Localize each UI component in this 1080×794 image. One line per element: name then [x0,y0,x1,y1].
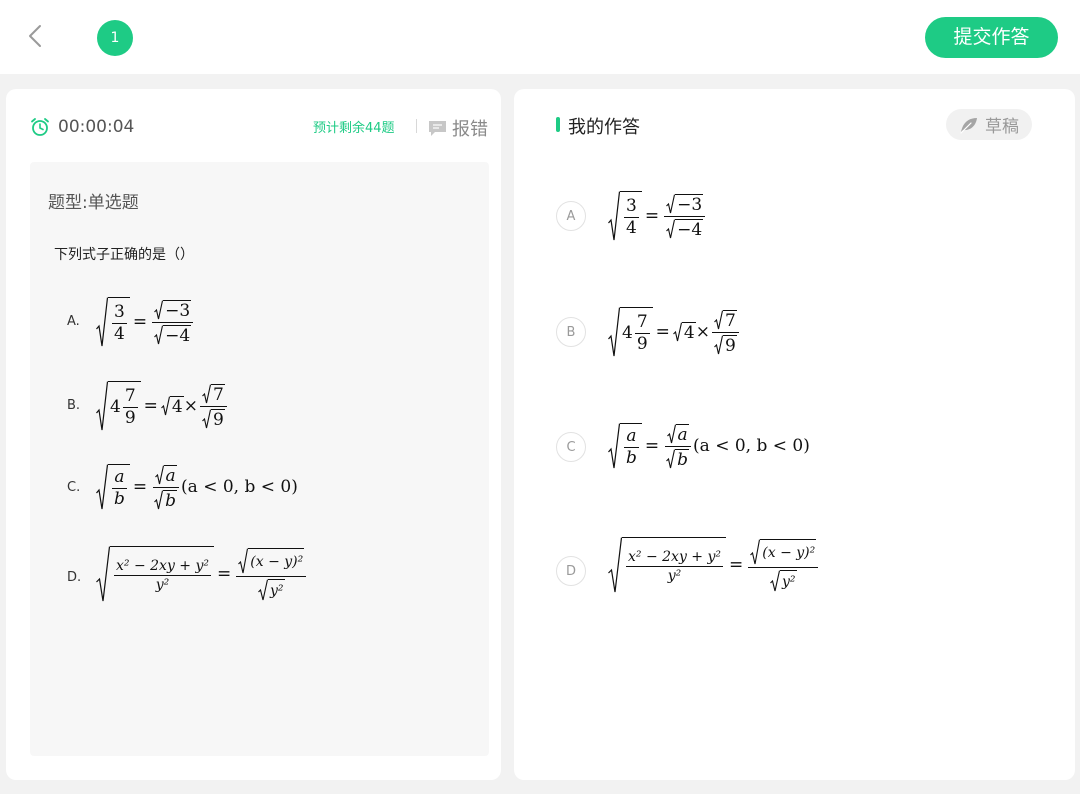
question-stem: 下列式子正确的是（） [54,247,194,263]
choice-b-button[interactable]: B [556,317,586,347]
alarm-clock-icon [31,118,49,136]
timer-value: 00:00:04 [58,117,135,137]
option-a-letter: A. [67,314,80,329]
submit-answer-button[interactable]: 提交作答 [925,17,1058,58]
choice-d-formula[interactable]: x² − 2xy + y² y² = (x − y)² y² [608,537,820,597]
choice-c-button[interactable]: C [556,432,586,462]
back-button[interactable] [22,22,50,50]
leaf-icon [960,117,977,134]
timer: 00:00:04 [30,115,134,139]
divider [416,119,417,133]
chevron-left-icon [29,25,41,47]
option-c-formula: ab = a b (a < 0, b < 0) [96,464,298,514]
remaining-questions: 预计剩余44题 [313,121,395,136]
question-type: 题型:单选题 [48,193,139,213]
choice-b-formula[interactable]: 479 = 4 × 7 9 [608,307,741,361]
question-card: 题型:单选题 下列式子正确的是（） A. 34 = −3 −4 B. 4 7 9… [30,162,489,756]
option-b-formula: 479 = 4 × 7 9 [96,381,229,435]
report-error-label: 报错 [452,119,488,140]
draft-label: 草稿 [985,117,1019,137]
option-a-formula: 34 = −3 −4 [96,297,195,351]
option-b-letter: B. [67,398,81,413]
draft-button[interactable]: 草稿 [946,109,1032,140]
choice-d-button[interactable]: D [556,556,586,586]
answer-title: 我的作答 [568,117,640,138]
top-bar: 1 提交作答 [0,0,1080,74]
comment-icon [429,120,446,136]
choice-a-formula[interactable]: 34 = −3 −4 [608,191,707,245]
option-d-letter: D. [67,570,82,585]
option-d-formula: x² − 2xy + y² y² = (x − y)² y² [96,546,308,606]
report-error-button[interactable]: 报错 [428,115,488,141]
question-panel: 00:00:04 预计剩余44题 报错 题型:单选题 下列式子正确的是（） A.… [6,89,501,780]
choice-c-formula[interactable]: ab = a b (a < 0, b < 0) [608,423,810,473]
question-number-badge[interactable]: 1 [97,20,133,56]
answer-panel: 我的作答 草稿 A 34 = −3 −4 B 479 = 4 × 7 9 C a… [514,89,1075,780]
title-accent-bar [556,117,560,132]
option-c-letter: C. [67,480,81,495]
choice-a-button[interactable]: A [556,201,586,231]
